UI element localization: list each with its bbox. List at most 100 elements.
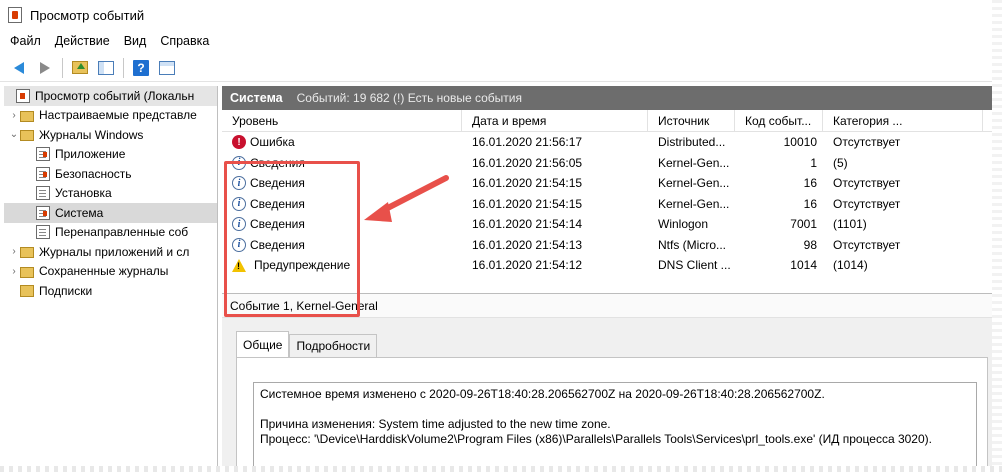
- event-viewer-icon: [8, 7, 22, 23]
- event-id-cell: 10010: [783, 135, 817, 150]
- message-line: Системное время изменено с 2020-09-26T18…: [260, 387, 825, 401]
- date-cell: 16.01.2020 21:54:15: [472, 176, 583, 191]
- tree-item-label: Система: [55, 205, 104, 220]
- log-icon: [36, 186, 50, 201]
- subscriptions-icon: [20, 285, 34, 298]
- tab-general[interactable]: Общие: [236, 331, 290, 358]
- source-cell: DNS Client ...: [658, 258, 731, 273]
- source-cell: Kernel-Gen...: [658, 176, 730, 191]
- log-icon: [36, 166, 50, 181]
- category-cell: Отсутствует: [833, 176, 901, 191]
- folder-icon: [20, 247, 34, 259]
- event-id-cell: 98: [803, 237, 817, 252]
- folder-icon: [20, 266, 34, 278]
- chevron-down-icon[interactable]: ⌄: [8, 129, 20, 140]
- event-count: Событий: 19 682 (!) Есть новые события: [296, 91, 522, 105]
- toolbar: ?: [0, 54, 994, 82]
- tree-item-security[interactable]: Безопасность: [4, 164, 217, 184]
- log-icon: [36, 147, 50, 162]
- column-header-category[interactable]: Категория ...: [823, 109, 983, 132]
- event-id-cell: 16: [803, 196, 817, 211]
- title-bar: Просмотр событий: [0, 0, 994, 30]
- highlight-box: [224, 161, 360, 317]
- category-cell: (1014): [833, 258, 868, 273]
- date-cell: 16.01.2020 21:56:17: [472, 135, 583, 150]
- message-line: Процесс: '\Device\HarddiskVolume2\Progra…: [260, 432, 932, 446]
- help-button[interactable]: ?: [130, 57, 152, 79]
- details-tabs: Общие Подробности: [236, 331, 378, 358]
- date-cell: 16.01.2020 21:56:05: [472, 155, 583, 170]
- column-header-level[interactable]: Уровень: [222, 109, 462, 132]
- tree-item-label: Просмотр событий (Локальн: [35, 88, 195, 103]
- event-message[interactable]: Системное время изменено с 2020-09-26T18…: [253, 382, 977, 472]
- tree-item-label: Сохраненные журналы: [39, 264, 169, 279]
- toolbar-separator: [62, 57, 63, 78]
- menu-file[interactable]: Файл: [10, 34, 41, 48]
- forward-button[interactable]: [34, 57, 56, 79]
- event-viewer-icon: [16, 88, 30, 103]
- folder-icon: [20, 130, 34, 142]
- tree-item-root[interactable]: Просмотр событий (Локальн: [4, 86, 217, 106]
- tree-item-app-service-logs[interactable]: › Журналы приложений и сл: [4, 242, 217, 262]
- event-id-cell: 1014: [790, 258, 817, 273]
- log-icon: [36, 205, 50, 220]
- source-cell: Kernel-Gen...: [658, 155, 730, 170]
- menu-help[interactable]: Справка: [160, 34, 209, 48]
- tree-item-saved-logs[interactable]: › Сохраненные журналы: [4, 262, 217, 282]
- navigation-tree: Просмотр событий (Локальн › Настраиваемы…: [4, 86, 218, 472]
- event-id-cell: 16: [803, 176, 817, 191]
- tree-item-application[interactable]: Приложение: [4, 145, 217, 165]
- chevron-right-icon[interactable]: ›: [8, 266, 20, 277]
- message-line: Причина изменения: System time adjusted …: [260, 417, 611, 431]
- event-id-cell: 7001: [790, 217, 817, 232]
- event-details-pane: Общие Подробности Системное время измене…: [222, 318, 994, 472]
- tab-details[interactable]: Подробности: [289, 334, 378, 358]
- tree-item-label: Журналы Windows: [39, 127, 144, 142]
- log-icon: [36, 225, 50, 240]
- source-cell: Kernel-Gen...: [658, 196, 730, 211]
- tree-item-subscriptions[interactable]: Подписки: [4, 281, 217, 301]
- log-pane: Система Событий: 19 682 (!) Есть новые с…: [222, 86, 994, 472]
- tree-item-windows-logs[interactable]: ⌄ Журналы Windows: [4, 125, 217, 145]
- torn-edge-decoration: [992, 0, 1002, 472]
- tree-item-label: Настраиваемые представле: [39, 108, 197, 123]
- tree-item-label: Безопасность: [55, 166, 132, 181]
- column-header-source[interactable]: Источник: [648, 109, 735, 132]
- level-text: Ошибка: [250, 135, 295, 150]
- menu-view[interactable]: Вид: [124, 34, 147, 48]
- tree-item-label: Приложение: [55, 147, 126, 162]
- window-title: Просмотр событий: [30, 7, 145, 23]
- tree-item-forwarded-events[interactable]: Перенаправленные соб: [4, 223, 217, 243]
- menu-bar: Файл Действие Вид Справка: [0, 30, 994, 52]
- show-actions-button[interactable]: [156, 57, 178, 79]
- toolbar-separator: [123, 57, 124, 78]
- menu-action[interactable]: Действие: [55, 34, 110, 48]
- date-cell: 16.01.2020 21:54:12: [472, 258, 583, 273]
- tree-item-setup[interactable]: Установка: [4, 184, 217, 204]
- up-folder-button[interactable]: [69, 57, 91, 79]
- column-header-event-id[interactable]: Код событ...: [735, 109, 823, 132]
- help-icon: ?: [133, 59, 149, 76]
- source-cell: Winlogon: [658, 217, 709, 232]
- event-id-cell: 1: [810, 155, 817, 170]
- source-cell: Ntfs (Micro...: [658, 237, 726, 252]
- panel-icon: [98, 60, 114, 75]
- torn-edge-decoration: [0, 466, 1002, 472]
- tree-item-label: Журналы приложений и сл: [39, 244, 190, 259]
- category-cell: Отсутствует: [833, 196, 901, 211]
- folder-icon: [20, 110, 34, 122]
- date-cell: 16.01.2020 21:54:14: [472, 217, 583, 232]
- tree-item-custom-views[interactable]: › Настраиваемые представле: [4, 106, 217, 126]
- category-cell: (1101): [833, 217, 867, 232]
- folder-up-icon: [72, 61, 88, 74]
- chevron-right-icon[interactable]: ›: [8, 110, 20, 121]
- tree-item-system[interactable]: Система: [4, 203, 217, 223]
- column-header-date[interactable]: Дата и время: [462, 109, 648, 132]
- show-tree-button[interactable]: [95, 57, 117, 79]
- back-arrow-icon: [14, 61, 24, 74]
- category-cell: Отсутствует: [833, 135, 901, 150]
- chevron-right-icon[interactable]: ›: [8, 246, 20, 257]
- back-button[interactable]: [8, 57, 30, 79]
- events-table: Уровень Дата и время Источник Код событ.…: [222, 109, 994, 317]
- table-row[interactable]: ! Ошибка 16.01.2020 21:56:17 Distributed.…: [222, 132, 994, 153]
